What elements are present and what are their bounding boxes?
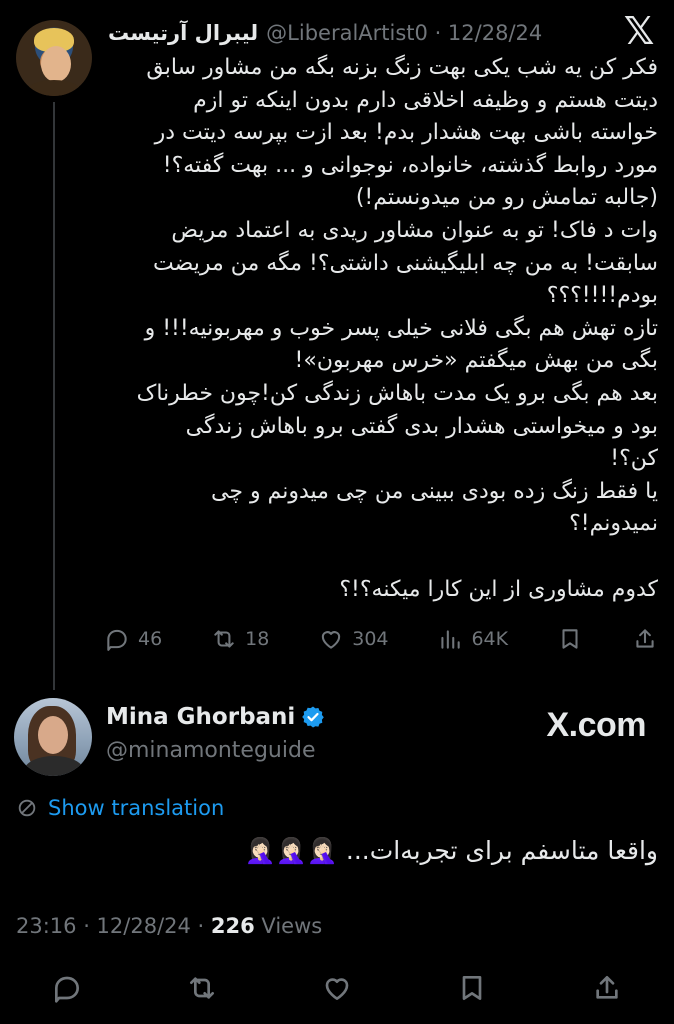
tweet-text-line: سابقت! به من چه ابلیگیشنی داشتی؟! مگه من… xyxy=(153,250,658,276)
author-name[interactable]: لیبرال آرتیست xyxy=(108,21,258,45)
x-com-watermark: X.com xyxy=(546,706,646,744)
tweet-text-line: کن؟! xyxy=(610,446,658,472)
show-translation-link[interactable]: Show translation xyxy=(16,796,224,820)
repost-icon[interactable] xyxy=(186,972,218,1004)
tweet-text-line: بودم!!!!؟؟؟ xyxy=(546,283,658,309)
views-action[interactable]: 64K xyxy=(437,626,508,652)
share-action[interactable] xyxy=(632,626,658,652)
reply-action-bar xyxy=(0,966,674,1010)
tweet-text-line: بگی من بهش میگفتم «خرس مهربون»! xyxy=(294,348,658,374)
parent-tweet-text: فکر کن یه شب یکی بهت زنگ بزنه بگه من مشا… xyxy=(104,52,658,606)
translate-globe-icon xyxy=(18,799,36,817)
tweet-views-label: Views xyxy=(254,914,323,938)
tweet-views-count: 226 xyxy=(210,914,255,938)
tweet-text-line: کدوم مشاوری از این کارا میکنه؟!؟ xyxy=(339,576,658,602)
views-count: 64K xyxy=(471,628,509,650)
reply-author-handle[interactable]: @minamonteguide xyxy=(106,738,315,763)
tweet-meta: 23:16 · 12/28/24 · 226 Views xyxy=(16,914,322,938)
avatar-face xyxy=(41,46,71,82)
avatar-clothing xyxy=(26,80,82,96)
verified-badge-icon xyxy=(302,706,325,728)
reply-count: 46 xyxy=(138,628,163,650)
repost-action[interactable]: 18 xyxy=(211,626,269,652)
tweet-text-line: تازه تهش هم بگی فلانی خیلی پسر خوب و مهر… xyxy=(144,315,658,341)
x-logo-icon: 𝕏 xyxy=(623,9,655,53)
like-action[interactable]: 304 xyxy=(318,626,389,652)
heart-icon xyxy=(322,631,341,649)
author-avatar[interactable] xyxy=(16,20,92,96)
reply-icon xyxy=(107,629,127,651)
author-handle-date[interactable]: @LiberalArtist0 · 12/28/24 xyxy=(266,21,542,45)
bookmark-icon xyxy=(562,629,578,649)
avatar-body xyxy=(24,756,84,776)
reply-tweet-text: واقعا متاسفم برای تجربه‌ات... 🤦🏻‍♀️🤦🏻‍♀️… xyxy=(244,836,658,865)
tweet-text-line: دیتت هستم و وظیفه اخلاقی دارم بدون اینکه… xyxy=(193,87,658,113)
share-icon[interactable] xyxy=(591,972,623,1004)
repost-icon xyxy=(214,630,234,648)
heart-icon[interactable] xyxy=(321,972,353,1004)
like-count: 304 xyxy=(352,628,389,650)
parent-tweet-header: لیبرال آرتیست @LiberalArtist0 · 12/28/24 xyxy=(108,18,658,48)
views-icon xyxy=(441,630,461,649)
tweet-text-line: یا فقط زنگ زده بودی ببینی من چی میدونم و… xyxy=(211,478,658,504)
reply-icon[interactable] xyxy=(51,972,83,1004)
reply-action[interactable]: 46 xyxy=(104,626,162,652)
avatar-face xyxy=(38,716,68,754)
tweet-text-line xyxy=(104,541,658,574)
tweet-text-line: خواسته باشی بهت هشدار بدم! بعد ازت بپرسه… xyxy=(154,120,658,146)
tweet-text-line: نمیدونم!؟ xyxy=(569,511,658,537)
tweet-text-line: فکر کن یه شب یکی بهت زنگ بزنه بگه من مشا… xyxy=(146,55,658,80)
bookmark-action[interactable] xyxy=(557,626,583,652)
thread-connector-line xyxy=(53,102,55,690)
repost-count: 18 xyxy=(245,628,270,650)
bookmark-icon[interactable] xyxy=(456,972,488,1004)
reply-author-name[interactable]: Mina Ghorbani xyxy=(106,704,295,730)
tweet-text-line: (جالبه تمامش رو من میدونستم!) xyxy=(355,185,658,211)
tweet-text-line: وات د فاک! تو به عنوان مشاور ریدی به اعت… xyxy=(171,217,658,243)
show-translation-label[interactable]: Show translation xyxy=(48,796,224,820)
tweet-text-line: بود و میخواستی هشدار بدی گفتی برو باهاش … xyxy=(185,413,658,439)
reply-author-avatar[interactable] xyxy=(14,698,92,776)
share-icon xyxy=(636,629,654,648)
reply-author-name-row[interactable]: Mina Ghorbani xyxy=(106,704,325,730)
tweet-time-date[interactable]: 23:16 · 12/28/24 · xyxy=(16,914,211,938)
tweet-text-line: بعد هم بگی برو یک مدت باهاش زندگی کن!چون… xyxy=(136,380,658,406)
tweet-text-line: مورد روابط گذشته، خانواده، نوجوانی و ...… xyxy=(162,152,658,178)
parent-action-bar: 46 18 304 64K xyxy=(104,622,658,656)
